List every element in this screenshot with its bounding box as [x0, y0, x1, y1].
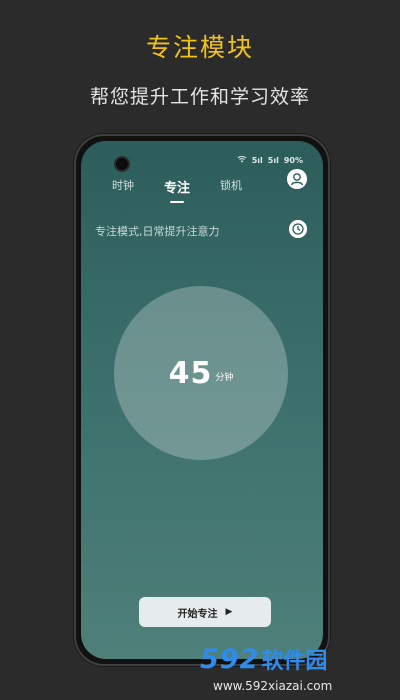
- tab-focus[interactable]: 专注: [150, 177, 204, 203]
- front-camera: [114, 156, 130, 172]
- clock-icon[interactable]: [289, 220, 307, 238]
- start-focus-label: 开始专注: [177, 608, 218, 620]
- start-focus-button[interactable]: 开始专注 ▶: [139, 597, 271, 627]
- battery-level: 90%: [283, 155, 303, 165]
- tab-clock[interactable]: 时钟: [96, 177, 150, 196]
- phone-screen: 5ıl 5ıl 90% 时钟 专注 锁机 专注模式,日常提升注意力 45 分钟 …: [81, 141, 323, 659]
- status-bar: 5ıl 5ıl 90%: [237, 155, 303, 165]
- play-icon: ▶: [225, 607, 233, 617]
- focus-hint: 专注模式,日常提升注意力: [95, 225, 220, 238]
- focus-timer-dial[interactable]: 45 分钟: [114, 286, 288, 460]
- tab-lock[interactable]: 锁机: [204, 177, 258, 196]
- signal-icon: 5ıl: [267, 155, 279, 165]
- watermark-logo: 592 软件园: [200, 643, 327, 675]
- phone-frame: 5ıl 5ıl 90% 时钟 专注 锁机 专注模式,日常提升注意力 45 分钟 …: [74, 134, 330, 666]
- wifi-icon: [237, 155, 247, 165]
- signal-icon: 5ıl: [251, 155, 263, 165]
- promo-title: 专注模块: [145, 33, 254, 62]
- tab-bar: 时钟 专注 锁机: [96, 177, 258, 203]
- timer-readout: 45 分钟: [114, 286, 288, 460]
- watermark-url: www.592xiazai.com: [213, 679, 333, 693]
- user-avatar-icon[interactable]: [287, 169, 307, 189]
- promo-subtitle: 帮您提升工作和学习效率: [89, 86, 310, 108]
- watermark-text: 软件园: [261, 649, 328, 674]
- timer-minutes: 45: [168, 355, 213, 391]
- timer-unit: 分钟: [215, 372, 234, 383]
- watermark-number: 592: [200, 644, 260, 675]
